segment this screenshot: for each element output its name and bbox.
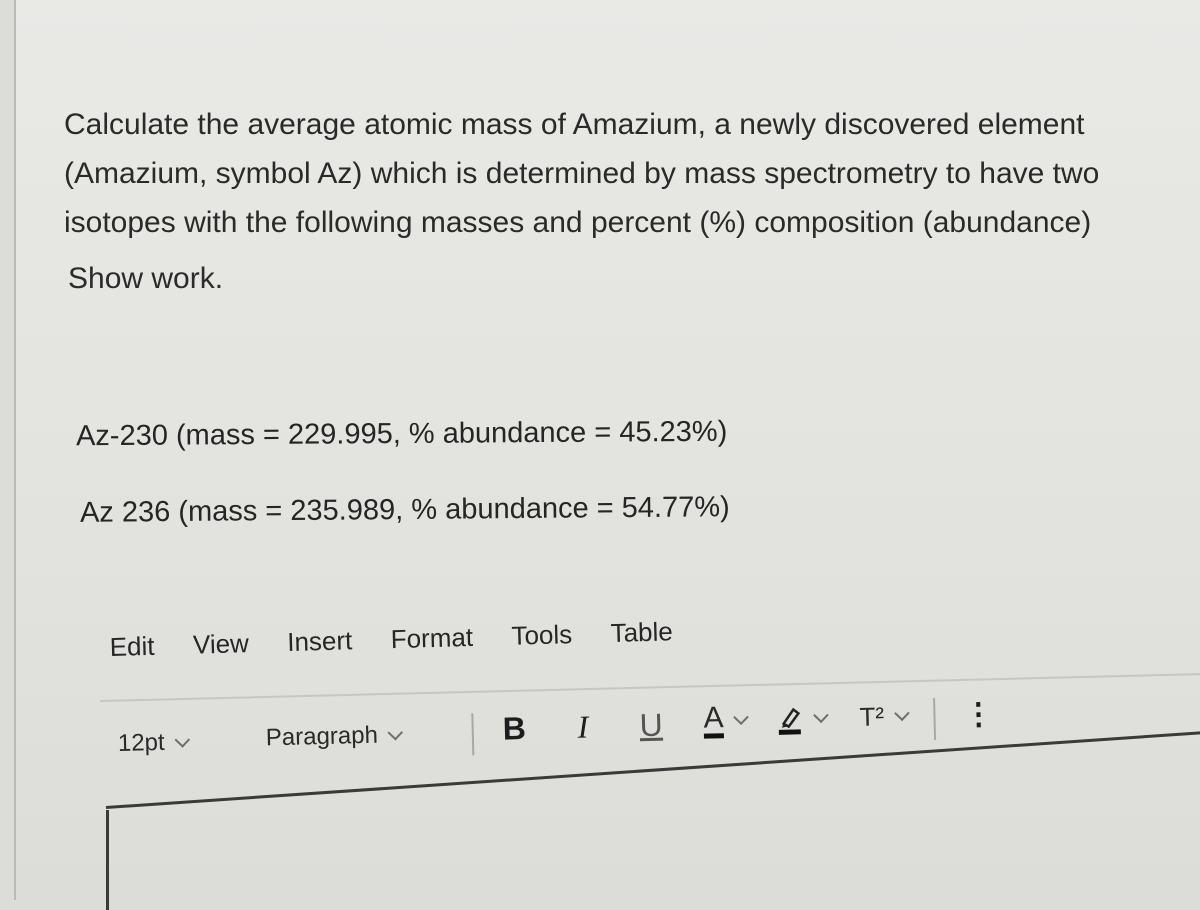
menu-format[interactable]: Format (390, 622, 473, 655)
superscript-button[interactable]: T² (859, 701, 910, 733)
font-size-dropdown[interactable]: 12pt (117, 728, 190, 758)
text-color-button[interactable]: A (703, 701, 749, 739)
block-format-dropdown[interactable]: Paragraph (265, 721, 404, 752)
chevron-down-icon (174, 731, 190, 748)
font-size-value: 12pt (117, 728, 165, 757)
toolbar-separator (933, 698, 937, 741)
editor-menubar: Edit View Insert Format Tools Table (109, 614, 750, 682)
menu-table[interactable]: Table (610, 616, 673, 649)
block-format-value: Paragraph (265, 721, 379, 752)
underline-button[interactable]: U (639, 707, 663, 745)
question-line: (Amazium, symbol Az) which is determined… (64, 157, 1100, 190)
question-line: isotopes with the following masses and p… (64, 206, 1092, 239)
chevron-down-icon (387, 724, 404, 740)
answer-editor[interactable] (109, 812, 1200, 900)
isotope-az-230: Az-230 (mass = 229.995, % abundance = 45… (75, 415, 728, 453)
assignment-page: Calculate the average atomic mass of Ama… (14, 0, 1200, 910)
question-line: Calculate the average atomic mass of Ama… (64, 108, 1085, 141)
menu-insert[interactable]: Insert (287, 625, 353, 658)
italic-button[interactable]: I (577, 709, 589, 746)
menu-view[interactable]: View (193, 628, 250, 661)
menu-edit[interactable]: Edit (109, 631, 155, 663)
chevron-down-icon (813, 707, 829, 723)
question-text: Calculate the average atomic mass of Ama… (64, 100, 1200, 247)
menu-tools[interactable]: Tools (511, 619, 573, 652)
highlight-color-button[interactable] (777, 701, 829, 736)
instruction-text: Show work. (68, 262, 224, 295)
text-color-icon: A (703, 701, 725, 739)
toolbar-separator (471, 713, 475, 756)
isotope-az-236: Az 236 (mass = 235.989, % abundance = 54… (79, 491, 730, 529)
superscript-icon: T² (859, 701, 885, 732)
bold-button[interactable]: B (502, 710, 526, 748)
chevron-down-icon (893, 705, 910, 722)
chevron-down-icon (733, 709, 749, 726)
highlighter-icon (778, 707, 801, 735)
more-options-icon[interactable]: ⋮ (963, 697, 994, 733)
editor-toolbar: 12pt Paragraph B I U A T² ⋮ (117, 691, 1200, 774)
